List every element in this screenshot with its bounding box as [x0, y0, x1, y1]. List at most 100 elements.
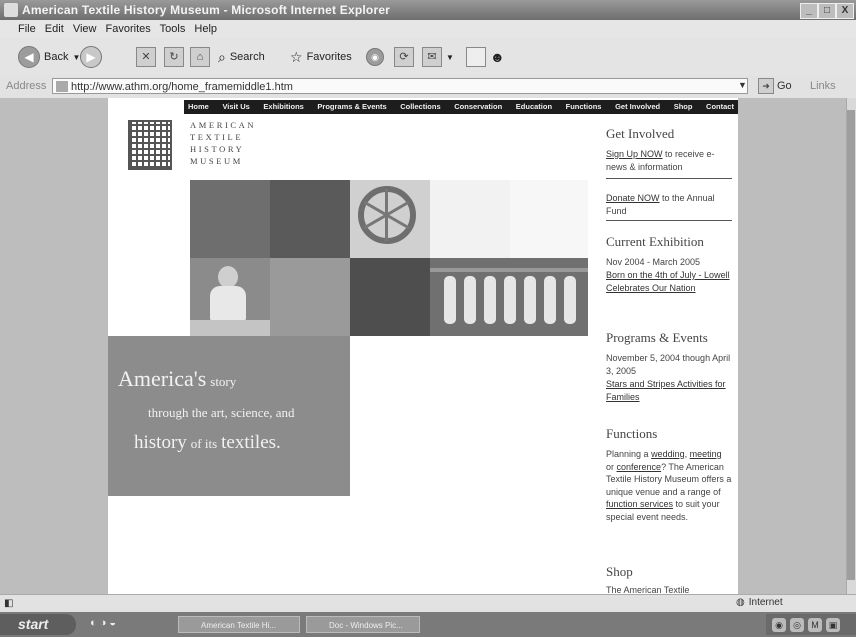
programs-link[interactable]: Stars and Stripes Activities for Familie… [606, 379, 726, 402]
wedding-link[interactable]: wedding [651, 449, 685, 459]
system-tray: ◉ ◎ M ▣ [766, 614, 856, 635]
museum-logo[interactable] [128, 120, 172, 170]
mosaic-tile [270, 258, 350, 336]
minimize-button[interactable]: _ [800, 3, 818, 19]
donate-link[interactable]: Donate NOW [606, 193, 660, 203]
go-label: Go [777, 80, 792, 92]
stop-button[interactable]: ✕ [136, 46, 156, 68]
tagline-word: textiles. [221, 432, 281, 453]
maximize-button[interactable]: □ [818, 3, 836, 19]
taskbar: start ◐ ◑ ◒ American Textile Hi... Doc -… [0, 612, 856, 637]
menu-view[interactable]: View [73, 23, 97, 35]
tagline-panel: America's story through the art, science… [108, 336, 350, 496]
address-dropdown-icon[interactable]: ▼ [738, 80, 747, 90]
browser-viewport: Home Visit Us Exhibitions Programs & Eve… [0, 98, 846, 594]
tray-icon[interactable]: ◎ [790, 617, 804, 632]
menu-tools[interactable]: Tools [160, 23, 186, 35]
mosaic-tile [108, 258, 190, 336]
tagline-line-2: through the art, science, and [148, 404, 295, 422]
nav-education[interactable]: Education [516, 100, 552, 114]
menu-file[interactable]: File [18, 23, 36, 35]
mosaic-tile [350, 258, 430, 336]
exhibition-link[interactable]: Born on the 4th of July - Lowell Celebra… [606, 270, 730, 293]
function-services-link[interactable]: function services [606, 499, 673, 509]
favorites-button[interactable]: ☆ Favorites [290, 46, 352, 68]
bobbin [524, 276, 536, 324]
messenger-button[interactable]: ☻ [490, 46, 505, 68]
favorites-label: Favorites [306, 51, 352, 63]
tray-icon[interactable]: ▣ [826, 617, 840, 632]
links-label[interactable]: Links [810, 80, 836, 92]
logo-word-american: AMERICAN [190, 120, 257, 130]
nav-shop[interactable]: Shop [674, 100, 693, 114]
title-bar: American Textile History Museum - Micros… [0, 0, 856, 20]
print-button[interactable] [466, 46, 486, 68]
bobbin [504, 276, 516, 324]
exhibition-blurb: Born on the 4th of July - Lowell Celebra… [606, 269, 732, 294]
tagline-word: through the art, science, and [148, 405, 295, 420]
task-second-window[interactable]: Doc - Windows Pic... [306, 616, 420, 633]
nav-collections[interactable]: Collections [400, 100, 440, 114]
media-button[interactable]: ◉ [366, 46, 384, 68]
nav-functions[interactable]: Functions [566, 100, 602, 114]
address-bar: Address http://www.athm.org/home_framemi… [0, 76, 856, 98]
tagline-line-1: America's story [118, 366, 236, 392]
logo-word-museum: MUSEUM [190, 156, 243, 166]
star-icon: ☆ [290, 48, 303, 65]
page-done-icon: ◧ [4, 598, 14, 609]
signup-blurb: Sign Up NOW to receive e-news & informat… [606, 148, 732, 173]
nav-exhibitions[interactable]: Exhibitions [263, 100, 303, 114]
home-button[interactable]: ⌂ [190, 46, 210, 68]
bobbin [484, 276, 496, 324]
tagline-word: of its [190, 436, 218, 451]
functions-text: , [684, 449, 688, 459]
messenger-icon: ☻ [490, 49, 505, 65]
menu-bar: File Edit View Favorites Tools Help [0, 20, 856, 38]
conference-link[interactable]: conference [617, 462, 662, 472]
task-ie-window[interactable]: American Textile Hi... [178, 616, 300, 633]
donate-blurb: Donate NOW to the Annual Fund [606, 192, 732, 217]
page-column: Home Visit Us Exhibitions Programs & Eve… [108, 98, 738, 594]
quick-launch-icons[interactable]: ◐ ◑ ◒ [90, 617, 116, 629]
mail-icon: ✉ [422, 47, 442, 67]
meeting-link[interactable]: meeting [690, 449, 722, 459]
mosaic-tile [270, 180, 350, 258]
back-arrow-icon: ◀ [18, 46, 40, 68]
back-button[interactable]: ◀ Back ▼ [18, 46, 80, 68]
menu-favorites[interactable]: Favorites [106, 23, 151, 35]
mosaic-tile [510, 180, 588, 258]
signup-link[interactable]: Sign Up NOW [606, 149, 663, 159]
nav-visit-us[interactable]: Visit Us [222, 100, 249, 114]
scrollbar-thumb[interactable] [847, 110, 855, 580]
history-button[interactable]: ⟳ [394, 46, 414, 68]
nav-contact[interactable]: Contact [706, 100, 734, 114]
forward-button[interactable]: ▶ [80, 46, 102, 68]
logo-word-textile: TEXTILE [190, 132, 244, 142]
nav-get-involved[interactable]: Get Involved [615, 100, 660, 114]
status-bar: ◧ ◍ Internet [0, 594, 856, 613]
nav-programs-events[interactable]: Programs & Events [317, 100, 386, 114]
close-button[interactable]: X [836, 3, 854, 19]
search-button[interactable]: ⌕ Search [218, 46, 265, 68]
menu-help[interactable]: Help [194, 23, 217, 35]
bobbin [444, 276, 456, 324]
ie-icon [4, 3, 18, 17]
go-button[interactable]: ➜ Go [758, 78, 792, 94]
mail-dropdown-icon[interactable]: ▼ [446, 53, 454, 62]
mosaic-tile [430, 180, 510, 258]
nav-home[interactable]: Home [188, 100, 209, 114]
heading-programs-events: Programs & Events [606, 330, 708, 345]
shop-text: The American Textile [606, 585, 690, 594]
menu-edit[interactable]: Edit [45, 23, 64, 35]
history-icon: ⟳ [394, 47, 414, 67]
mail-button[interactable]: ✉ ▼ [422, 46, 454, 68]
bobbin [464, 276, 476, 324]
url-field[interactable]: http://www.athm.org/home_framemiddle1.ht… [52, 78, 748, 94]
refresh-button[interactable]: ↻ [164, 46, 184, 68]
start-button[interactable]: start [0, 614, 76, 635]
tray-icon[interactable]: ◉ [772, 617, 786, 632]
forward-arrow-icon: ▶ [80, 46, 102, 68]
spinning-wheel-photo [350, 180, 430, 258]
tray-icon-m[interactable]: M [808, 617, 822, 632]
nav-conservation[interactable]: Conservation [454, 100, 502, 114]
